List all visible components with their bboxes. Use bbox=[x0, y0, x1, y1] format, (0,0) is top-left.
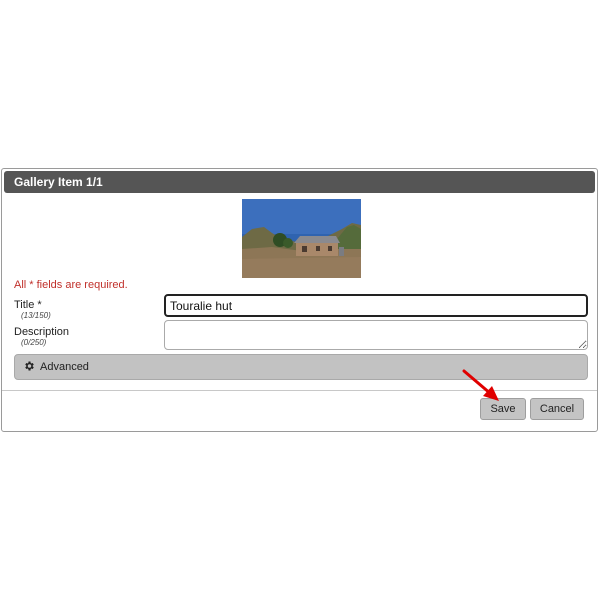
required-fields-note: All * fields are required. bbox=[14, 279, 128, 291]
title-char-counter: (13/150) bbox=[21, 311, 51, 320]
description-input[interactable] bbox=[164, 320, 588, 350]
gallery-image bbox=[242, 199, 361, 278]
dialog-title: Gallery Item 1/1 bbox=[4, 171, 595, 193]
advanced-section-toggle[interactable]: Advanced bbox=[14, 354, 588, 380]
hut-photo bbox=[242, 199, 361, 278]
title-input[interactable] bbox=[164, 294, 588, 317]
description-label: Description bbox=[14, 326, 70, 338]
title-label: Title * bbox=[14, 299, 42, 311]
description-char-counter: (0/250) bbox=[21, 338, 47, 347]
save-button[interactable]: Save bbox=[480, 398, 526, 420]
cancel-button[interactable]: Cancel bbox=[530, 398, 584, 420]
gear-icon bbox=[25, 361, 34, 371]
gallery-item-dialog: Gallery Item 1/1 All * fields are requir… bbox=[1, 168, 598, 432]
advanced-label: Advanced bbox=[40, 361, 89, 373]
footer-divider bbox=[2, 390, 597, 391]
